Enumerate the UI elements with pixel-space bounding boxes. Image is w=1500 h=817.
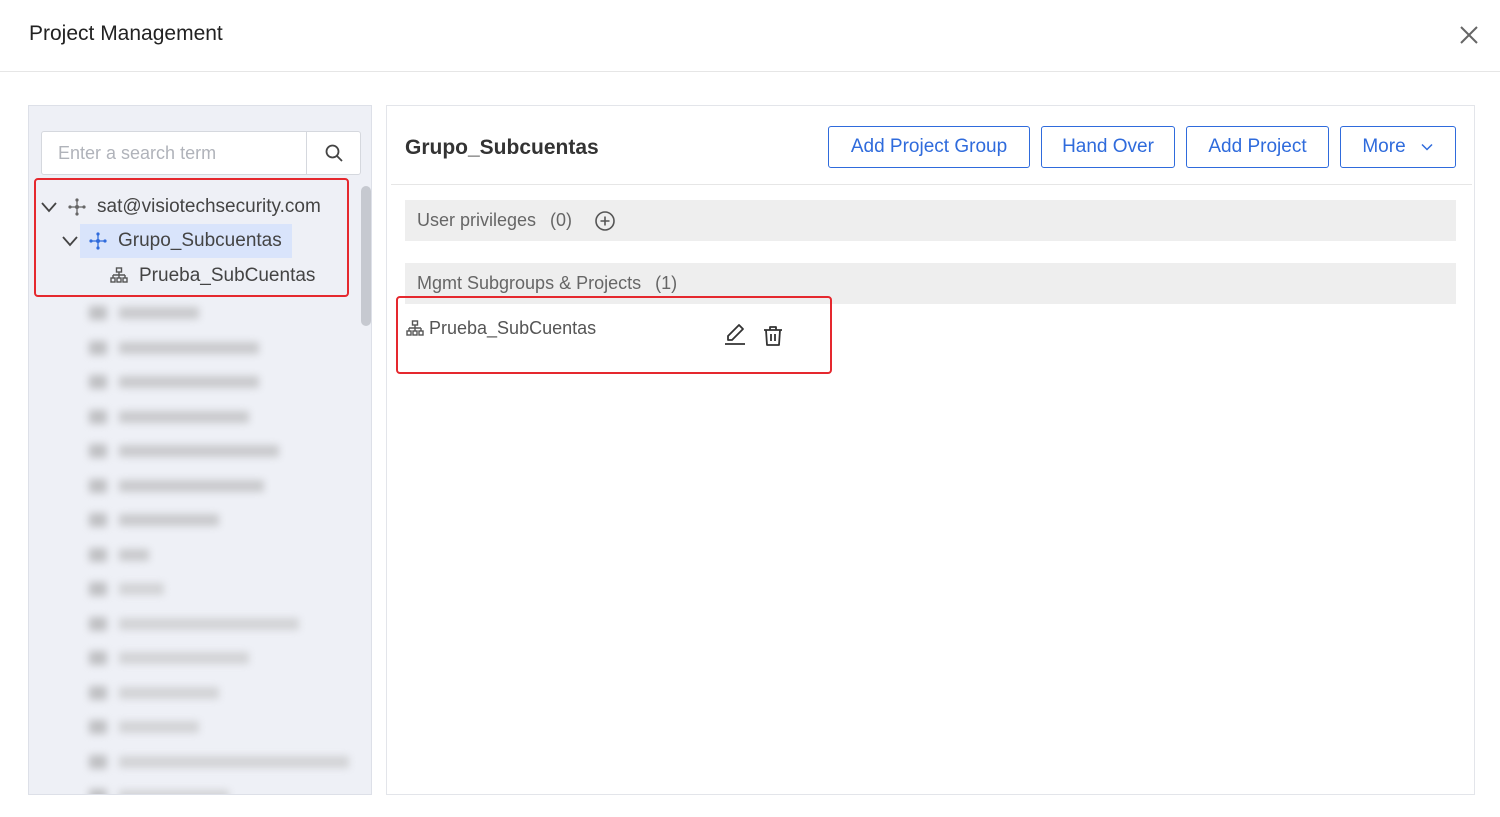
chevron-down-icon[interactable] [39, 197, 59, 217]
tree-scrollbar[interactable] [361, 186, 371, 326]
add-project-button[interactable]: Add Project [1186, 126, 1329, 168]
group-node-icon [67, 197, 87, 217]
list-item-project[interactable]: Prueba_SubCuentas [405, 318, 596, 339]
tree-node-label: sat@visiotechsecurity.com [97, 196, 321, 217]
chevron-down-icon[interactable] [60, 231, 80, 251]
group-node-icon [88, 231, 108, 251]
edit-icon[interactable] [722, 321, 748, 347]
subgroups-section: Mgmt Subgroups & Projects (1) [405, 263, 1456, 304]
add-project-group-button[interactable]: Add Project Group [828, 126, 1030, 168]
more-button-label: More [1362, 136, 1406, 157]
section-count: (1) [655, 273, 678, 293]
group-detail-panel: Grupo_Subcuentas Add Project Group Hand … [386, 105, 1475, 795]
tree-node-root[interactable]: sat@visiotechsecurity.com [39, 190, 331, 224]
dialog-title: Project Management [29, 22, 223, 45]
more-button[interactable]: More [1340, 126, 1456, 168]
close-icon[interactable] [1456, 22, 1482, 48]
header-divider [391, 184, 1472, 185]
tree-node-label: Prueba_SubCuentas [139, 265, 316, 286]
search-box [41, 131, 361, 175]
section-label: User privileges [417, 210, 537, 230]
project-tree-panel: sat@visiotechsecurity.com Grupo_Subcuent… [28, 105, 372, 795]
redacted-tree-items [89, 296, 349, 794]
section-label: Mgmt Subgroups & Projects [417, 273, 642, 293]
group-title: Grupo_Subcuentas [405, 136, 599, 159]
user-privileges-section: User privileges (0) [405, 200, 1456, 241]
tree-node-group[interactable]: Grupo_Subcuentas [60, 224, 292, 258]
list-item-label: Prueba_SubCuentas [429, 318, 597, 338]
trash-icon[interactable] [760, 323, 786, 349]
hand-over-button[interactable]: Hand Over [1041, 126, 1175, 168]
search-icon [325, 144, 343, 162]
chevron-down-icon [1420, 140, 1434, 154]
project-hierarchy-icon [405, 319, 425, 339]
project-hierarchy-icon [109, 266, 129, 286]
section-count: (0) [550, 210, 573, 230]
search-input[interactable] [42, 132, 306, 174]
search-button[interactable] [306, 132, 360, 174]
tree-node-label: Grupo_Subcuentas [118, 230, 282, 251]
dialog-header: Project Management [0, 0, 1500, 72]
add-circle-icon[interactable] [594, 210, 616, 232]
tree-node-project[interactable]: Prueba_SubCuentas [101, 259, 325, 293]
